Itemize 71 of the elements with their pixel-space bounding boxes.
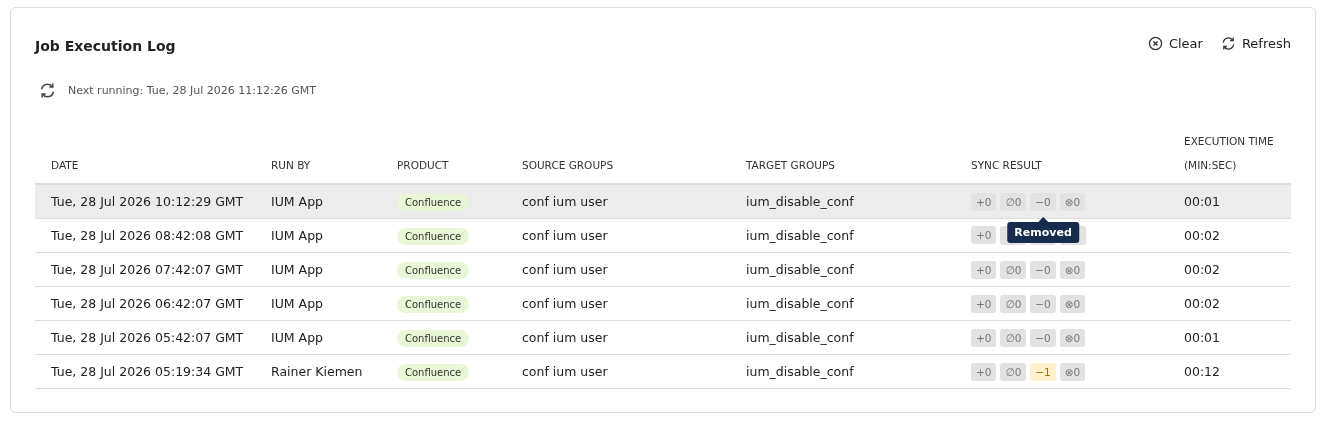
sync-count: ⊗0 bbox=[1059, 260, 1086, 279]
table-cell: Tue, 28 Jul 2026 08:42:08 GMT bbox=[51, 228, 244, 243]
product-tag: Confluence bbox=[397, 364, 470, 381]
sync-count: ⊗0 bbox=[1059, 362, 1086, 381]
sync-count: ∅0 bbox=[1000, 260, 1027, 279]
sync-count: +0 bbox=[971, 226, 997, 244]
refresh-icon bbox=[39, 82, 56, 99]
column-header: TARGET GROUPS bbox=[746, 158, 835, 173]
table-cell: IUM App bbox=[271, 262, 323, 277]
card-title: Job Execution Log bbox=[35, 38, 176, 54]
table-cell: IUM App bbox=[271, 296, 323, 311]
sync-count: ∅0 bbox=[1000, 294, 1027, 313]
table-cell: IUM App bbox=[271, 330, 323, 345]
column-header: SOURCE GROUPS bbox=[522, 158, 614, 173]
product-tag: Confluence bbox=[397, 330, 470, 347]
table-cell: 00:01 bbox=[1184, 194, 1221, 209]
close-icon bbox=[1147, 35, 1163, 51]
table-cell: Rainer Kiemen bbox=[271, 364, 363, 379]
table-cell: conf ium user bbox=[522, 330, 608, 345]
column-header: PRODUCT bbox=[397, 158, 449, 173]
table-cell: conf ium user bbox=[522, 364, 608, 379]
table-cell: Tue, 28 Jul 2026 06:42:07 GMT bbox=[51, 296, 244, 311]
table-cell: 00:12 bbox=[1184, 364, 1221, 379]
table-cell: Tue, 28 Jul 2026 10:12:29 GMT bbox=[51, 194, 244, 209]
table-cell: ium_disable_conf bbox=[746, 194, 854, 209]
table-cell: Tue, 28 Jul 2026 07:42:07 GMT bbox=[51, 262, 244, 277]
table-cell: conf ium user bbox=[522, 228, 608, 243]
sync-count: +0 bbox=[971, 192, 997, 211]
sync-count: +0 bbox=[971, 328, 997, 347]
table-cell: 00:02 bbox=[1184, 228, 1221, 243]
table-cell: ium_disable_conf bbox=[746, 228, 854, 243]
table-cell: ium_disable_conf bbox=[746, 296, 854, 311]
table-cell: conf ium user bbox=[522, 296, 608, 311]
table-cell: ium_disable_conf bbox=[746, 330, 854, 345]
sync-count: −0 bbox=[1030, 260, 1056, 279]
table-cell: IUM App bbox=[271, 194, 323, 209]
table-cell: 00:02 bbox=[1184, 262, 1221, 277]
column-header: RUN BY bbox=[271, 158, 311, 173]
sync-count: ⊗0 bbox=[1059, 192, 1086, 211]
sync-count: ∅0 bbox=[1000, 328, 1027, 347]
table-cell: ium_disable_conf bbox=[746, 364, 854, 379]
table-cell: Tue, 28 Jul 2026 05:19:34 GMT bbox=[51, 364, 244, 379]
next-running-text: Next running: Tue, 28 Jul 2026 11:12:26 GMT bbox=[68, 84, 316, 97]
sync-count: +0 bbox=[971, 362, 997, 381]
product-tag: Confluence bbox=[397, 194, 470, 211]
table-cell: ium_disable_conf bbox=[746, 262, 854, 277]
refresh-icon bbox=[1220, 35, 1236, 51]
sync-count: ∅0 bbox=[1000, 192, 1027, 211]
column-header: DATE bbox=[51, 158, 79, 173]
sync-count: ⊗0 bbox=[1059, 294, 1086, 313]
product-tag: Confluence bbox=[397, 228, 470, 245]
table-cell: conf ium user bbox=[522, 262, 608, 277]
sync-count: +0 bbox=[971, 294, 997, 313]
refresh-button[interactable]: Refresh bbox=[1220, 35, 1291, 51]
table-cell: conf ium user bbox=[522, 194, 608, 209]
sync-count: −0 bbox=[1030, 294, 1056, 313]
sync-count: +0 bbox=[971, 260, 997, 279]
sync-count: −0 bbox=[1030, 328, 1056, 347]
table-cell: IUM App bbox=[271, 228, 323, 243]
sync-count: −0 bbox=[1030, 192, 1056, 211]
column-header: SYNC RESULT bbox=[971, 158, 1042, 173]
table-cell: Tue, 28 Jul 2026 05:42:07 GMT bbox=[51, 330, 244, 345]
product-tag: Confluence bbox=[397, 262, 470, 279]
sync-count: ∅0 bbox=[1000, 362, 1027, 381]
sync-count: −1 bbox=[1030, 362, 1056, 381]
table-cell: 00:02 bbox=[1184, 296, 1221, 311]
column-header: EXECUTION TIME (MIN:SEC) bbox=[1184, 134, 1274, 173]
table-cell: 00:01 bbox=[1184, 330, 1221, 345]
clear-button[interactable]: Clear bbox=[1147, 35, 1203, 51]
sync-count: ⊗0 bbox=[1059, 328, 1086, 347]
product-tag: Confluence bbox=[397, 296, 470, 313]
